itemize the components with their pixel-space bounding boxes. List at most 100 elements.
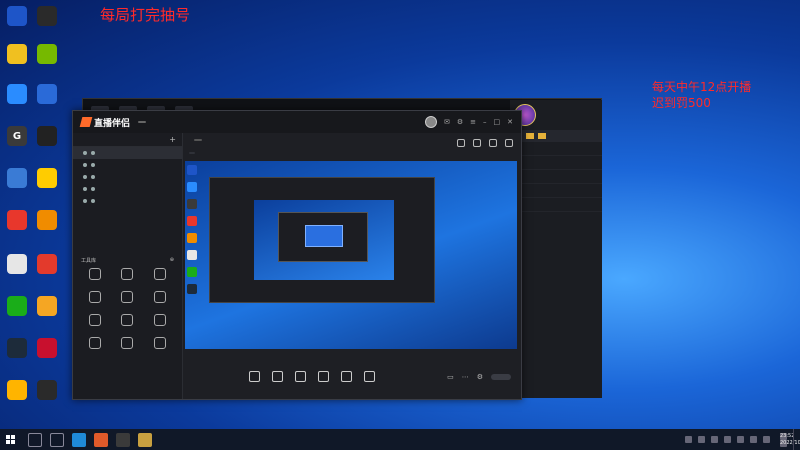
scene-item[interactable] — [73, 195, 182, 207]
tools-more-icon[interactable]: ⊕ — [170, 257, 174, 264]
desktop-app-icon[interactable] — [2, 6, 32, 27]
lock-icon[interactable] — [91, 175, 95, 179]
tool-item[interactable] — [144, 268, 176, 282]
tool-item[interactable] — [111, 314, 143, 328]
task-view-icon[interactable] — [50, 432, 64, 447]
friend-group-row[interactable] — [510, 198, 602, 212]
user-avatar[interactable] — [424, 116, 437, 128]
desktop-app-icon[interactable] — [32, 380, 62, 401]
tray-icon[interactable] — [724, 436, 731, 443]
visibility-eye-icon[interactable] — [83, 175, 87, 179]
scene-item[interactable] — [73, 159, 182, 171]
desktop-app-icon[interactable]: G — [2, 126, 32, 147]
network-icon[interactable] — [750, 436, 757, 443]
desktop-app-icon[interactable] — [32, 338, 62, 359]
tool-item[interactable] — [79, 291, 111, 305]
tray-icon[interactable] — [698, 436, 705, 443]
edit-title-button[interactable] — [194, 139, 202, 141]
clock[interactable]: 23:52 2022/10/18 — [780, 432, 800, 447]
gpu-app-taskbar-icon[interactable] — [116, 432, 130, 447]
lock-icon[interactable] — [91, 187, 95, 191]
friend-tool-icon[interactable] — [538, 133, 546, 139]
desktop-app-icon[interactable] — [2, 168, 32, 189]
minimize-icon[interactable]: – — [483, 118, 487, 126]
desktop-app-icon[interactable] — [32, 44, 62, 65]
edge-browser-icon[interactable] — [72, 432, 86, 447]
desktop-app-icon[interactable] — [2, 296, 32, 317]
close-icon[interactable]: ✕ — [507, 118, 513, 126]
desktop-app-icon[interactable] — [32, 296, 62, 317]
shop-icon[interactable] — [489, 139, 497, 147]
desktop-app-icon[interactable] — [32, 254, 62, 275]
tool-item[interactable] — [79, 337, 111, 351]
tool-item[interactable] — [111, 291, 143, 305]
volume-icon[interactable] — [737, 436, 744, 443]
streaming-app-window[interactable]: 直播伴侣 ✉ ⚙ ≡ – □ ✕ + 工具库 ⊕ ▭ ⋯ ⚙ — [72, 110, 522, 400]
stream-preview[interactable] — [185, 161, 517, 349]
settings-icon[interactable]: ⚙ — [457, 118, 463, 126]
desktop-app-icon[interactable] — [32, 210, 62, 231]
start-button[interactable] — [0, 435, 20, 444]
desktop-app-icon[interactable] — [2, 380, 32, 401]
bottom-tool-button[interactable] — [272, 370, 283, 384]
tool-item[interactable] — [144, 314, 176, 328]
scene-item[interactable] — [73, 147, 182, 159]
visibility-eye-icon[interactable] — [83, 199, 87, 203]
desktop-app-icon[interactable] — [2, 44, 32, 65]
desktop-app-icon[interactable] — [32, 84, 62, 105]
recursive-preview-window-2 — [278, 212, 368, 262]
tool-item[interactable] — [144, 337, 176, 351]
bottom-tool-button[interactable] — [318, 370, 329, 384]
show-desktop-button[interactable] — [793, 429, 796, 450]
bottom-tool-button[interactable] — [249, 370, 260, 384]
friend-group-row[interactable] — [510, 142, 602, 156]
tray-icon[interactable] — [711, 436, 718, 443]
friend-group-row[interactable] — [510, 170, 602, 184]
category-tag[interactable] — [189, 152, 195, 154]
tray-icon[interactable] — [685, 436, 692, 443]
bottom-tool-button[interactable] — [364, 370, 375, 384]
desktop-app-icon[interactable] — [32, 168, 62, 189]
add-scene-icon[interactable]: + — [169, 135, 176, 144]
version-badge[interactable] — [138, 121, 147, 123]
message-icon[interactable]: ✉ — [444, 118, 450, 126]
visibility-eye-icon[interactable] — [83, 151, 87, 155]
gift-icon[interactable] — [457, 139, 465, 147]
desktop-app-icon[interactable] — [2, 84, 32, 105]
lock-icon[interactable] — [91, 163, 95, 167]
desktop-app-icon[interactable] — [2, 254, 32, 275]
input-method-icon[interactable] — [763, 436, 770, 443]
visibility-eye-icon[interactable] — [83, 187, 87, 191]
lock-icon[interactable] — [91, 199, 95, 203]
tool-item[interactable] — [111, 337, 143, 351]
desktop-app-icon[interactable] — [2, 338, 32, 359]
friend-group-row[interactable] — [510, 184, 602, 198]
camera-icon[interactable]: ▭ — [447, 373, 454, 381]
start-live-button[interactable] — [491, 374, 511, 380]
game-client-taskbar-icon[interactable] — [138, 432, 152, 447]
tool-item[interactable] — [79, 314, 111, 328]
desktop-app-icon[interactable] — [32, 6, 62, 27]
desktop-app-icon[interactable] — [2, 210, 32, 231]
lock-icon[interactable] — [473, 139, 481, 147]
tool-item[interactable] — [144, 291, 176, 305]
desktop-app-icon[interactable] — [32, 126, 62, 147]
tool-item[interactable] — [111, 268, 143, 282]
bottom-tool-button[interactable] — [341, 370, 352, 384]
maximize-icon[interactable]: □ — [494, 118, 501, 126]
scene-item[interactable] — [73, 183, 182, 195]
more-icon[interactable]: ⋯ — [462, 373, 469, 381]
lock-icon[interactable] — [91, 151, 95, 155]
scene-item[interactable] — [73, 171, 182, 183]
friend-group-row[interactable] — [510, 156, 602, 170]
tool-item[interactable] — [79, 268, 111, 282]
visibility-eye-icon[interactable] — [83, 163, 87, 167]
bottom-tool-button[interactable] — [295, 370, 306, 384]
settings-icon[interactable]: ⚙ — [477, 373, 483, 381]
search-icon[interactable] — [28, 432, 42, 447]
live-companion-taskbar-icon[interactable] — [94, 432, 108, 447]
tool-icon — [153, 337, 166, 349]
menu-icon[interactable]: ≡ — [470, 118, 476, 126]
share-icon[interactable] — [505, 139, 513, 147]
friend-tool-icon[interactable] — [526, 133, 534, 139]
